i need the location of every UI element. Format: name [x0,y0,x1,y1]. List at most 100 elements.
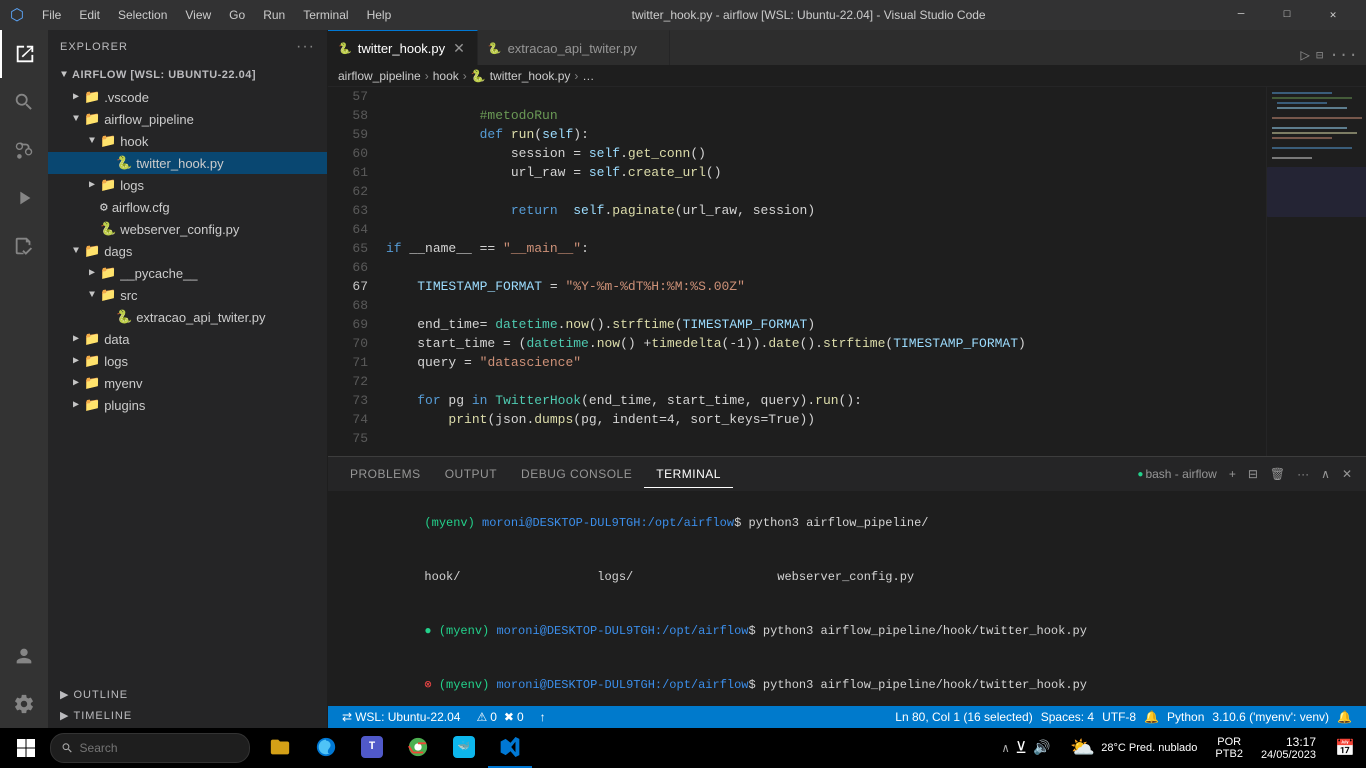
source-control-icon[interactable] [0,126,48,174]
menu-edit[interactable]: Edit [71,6,108,24]
outline-label-text: OUTLINE [73,689,128,701]
tree-extracao[interactable]: 🐍 extracao_api_twiter.py [48,306,327,328]
line-numbers: 57 58 59 60 61 62 63 64 65 66 67 68 69 7… [328,87,378,456]
terminal-pane: PROBLEMS OUTPUT DEBUG CONSOLE TERMINAL ●… [328,456,1366,706]
menu-help[interactable]: Help [359,6,400,24]
menu-file[interactable]: File [34,6,69,24]
taskbar-vscode[interactable] [488,728,532,768]
bell-status[interactable]: 🔔 [1140,710,1163,724]
chevron-up-icon[interactable]: ∧ [1002,741,1009,756]
tab-debug-console[interactable]: DEBUG CONSOLE [509,461,644,487]
taskbar-file-explorer[interactable] [258,728,302,768]
tree-src[interactable]: ▼ 📁 src [48,284,327,306]
tab-problems[interactable]: PROBLEMS [338,461,433,487]
tree-myenv[interactable]: ▶ 📁 myenv [48,372,327,394]
wsl-status[interactable]: ⇄ WSL: Ubuntu-22.04 [338,710,464,724]
timeline-toggle[interactable]: ▶ TIMELINE [48,705,327,726]
arrow-icon: ▼ [84,290,100,301]
menu-go[interactable]: Go [221,6,253,24]
tab-extracao[interactable]: 🐍 extracao_api_twiter.py ✕ [478,30,670,65]
taskbar-search-input[interactable] [80,741,239,755]
tree-root[interactable]: ▼ AIRFLOW [WSL: UBUNTU-22.04] [48,64,327,86]
tab-close-button[interactable]: ✕ [451,40,467,57]
account-icon[interactable] [0,632,48,680]
breadcrumb-part[interactable]: … [582,69,594,83]
tab-output[interactable]: OUTPUT [433,461,509,487]
problems-warning-status[interactable]: ⚠ 0 ✖ 0 [472,710,527,724]
terminal-chevron-button[interactable]: ∧ [1317,465,1334,483]
menu-run[interactable]: Run [255,6,293,24]
extensions-icon[interactable] [0,222,48,270]
code-editor[interactable]: 57 58 59 60 61 62 63 64 65 66 67 68 69 7… [328,87,1366,456]
breadcrumb-part[interactable]: hook [433,69,459,83]
minimap [1266,87,1366,456]
breadcrumb-part[interactable]: twitter_hook.py [490,69,571,83]
terminal-more-button[interactable]: ··· [1293,465,1313,483]
code-line-65: if __name__ == "__main__": [378,239,1266,258]
split-editor-button[interactable]: ⊟ [1316,48,1323,63]
interpreter-status[interactable]: 3.10.6 ('myenv': venv) [1208,710,1333,724]
maximize-button[interactable]: □ [1264,0,1310,30]
terminal-split-button[interactable]: ⊟ [1244,465,1262,483]
sidebar: Explorer ··· ▼ AIRFLOW [WSL: UBUNTU-22.0… [48,30,328,728]
tree-logs-outer[interactable]: ▶ 📁 logs [48,350,327,372]
run-button[interactable]: ▷ [1300,45,1310,65]
spaces-status[interactable]: Spaces: 4 [1037,710,1098,724]
tree-airflow-cfg[interactable]: ⚙ airflow.cfg [48,196,327,218]
notification-button[interactable]: 📅 [1330,728,1360,768]
volume-icon[interactable]: 🔊 [1033,740,1050,757]
language-status[interactable]: Python [1163,710,1208,724]
tree-pycache[interactable]: ▶ 📁 __pycache__ [48,262,327,284]
tab-twitter-hook[interactable]: 🐍 twitter_hook.py ✕ [328,30,478,65]
terminal-trash-button[interactable]: 🗑 [1266,465,1289,483]
sidebar-menu-button[interactable]: ··· [296,38,315,56]
teams-icon: T [361,736,383,758]
menu-terminal[interactable]: Terminal [295,6,356,24]
taskbar-docker[interactable]: 🐳 [442,728,486,768]
tree-plugins[interactable]: ▶ 📁 plugins [48,394,327,416]
clock-widget[interactable]: 13:17 24/05/2023 [1253,735,1324,761]
tree-hook[interactable]: ▼ 📁 hook [48,130,327,152]
start-button[interactable] [6,728,46,768]
terminal-content[interactable]: (myenv) moroni@DESKTOP-DUL9TGH:/opt/airf… [328,492,1366,706]
code-line-59: def run(self): [378,125,1266,144]
outline-toggle[interactable]: ▶ OUTLINE [48,684,327,705]
sidebar-header: Explorer ··· [48,30,327,64]
tree-vscode[interactable]: ▶ 📁 .vscode [48,86,327,108]
search-icon[interactable] [0,78,48,126]
tree-airflow-pipeline[interactable]: ▼ 📁 airflow_pipeline [48,108,327,130]
taskbar-teams[interactable]: T [350,728,394,768]
locale-indicator[interactable]: POR PTB2 [1211,736,1247,760]
tree-twitter-hook[interactable]: 🐍 twitter_hook.py [48,152,327,174]
notification-bell-status[interactable]: 🔔 [1333,710,1356,724]
terminal-add-button[interactable]: + [1225,465,1240,483]
sync-icon: ↑ [540,710,546,724]
code-content[interactable]: #metodoRun def run(self): session = self… [378,87,1266,456]
taskbar-edge[interactable] [304,728,348,768]
code-line-67: TIMESTAMP_FORMAT = "%Y-%m-%dT%H:%M:%S.00… [378,277,1266,296]
tree-dags[interactable]: ▼ 📁 dags [48,240,327,262]
tree-webserver-config[interactable]: 🐍 webserver_config.py [48,218,327,240]
tree-data[interactable]: ▶ 📁 data [48,328,327,350]
taskbar-chrome[interactable] [396,728,440,768]
activity-bar [0,30,48,728]
tree-logs-inner[interactable]: ▶ 📁 logs [48,174,327,196]
tab-terminal[interactable]: TERMINAL [644,461,733,488]
terminal-close-button[interactable]: ✕ [1338,465,1356,483]
more-actions-button[interactable]: ··· [1329,46,1358,64]
menu-selection[interactable]: Selection [110,6,175,24]
taskbar-search-box[interactable] [50,733,250,763]
run-debug-icon[interactable] [0,174,48,222]
terminal-shell-label: ● bash - airflow [1133,465,1220,483]
menu-view[interactable]: View [177,6,219,24]
minimize-button[interactable]: ─ [1218,0,1264,30]
settings-icon[interactable] [0,680,48,728]
network-icon[interactable]: ⊻ [1015,738,1027,758]
breadcrumb-part[interactable]: airflow_pipeline [338,69,421,83]
weather-widget[interactable]: ⛅ 28°C Pred. nublado [1062,735,1205,761]
explorer-icon[interactable] [0,30,48,78]
sync-status[interactable]: ↑ [536,710,550,724]
close-button[interactable]: ✕ [1310,0,1356,30]
cursor-position-status[interactable]: Ln 80, Col 1 (16 selected) [891,710,1036,724]
encoding-status[interactable]: UTF-8 [1098,710,1140,724]
